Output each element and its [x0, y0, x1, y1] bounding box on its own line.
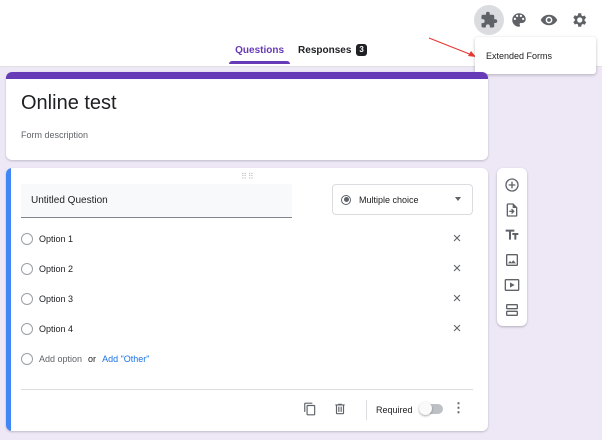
form-description[interactable]: Form description — [21, 130, 88, 140]
question-card: ⠿⠿ Untitled Question Multiple choice Opt… — [6, 168, 488, 431]
add-question-icon[interactable] — [504, 177, 520, 193]
extended-forms-menu-item[interactable]: Extended Forms — [475, 37, 596, 74]
top-icons — [474, 5, 594, 35]
footer-divider — [21, 389, 473, 390]
remove-option-2-icon[interactable]: × — [450, 261, 464, 276]
option-radio-icon — [21, 263, 33, 275]
import-questions-icon[interactable] — [504, 202, 520, 218]
option-row-3: Option 3 — [21, 291, 73, 307]
option-label[interactable]: Option 4 — [39, 324, 73, 334]
gear-icon[interactable] — [564, 5, 594, 35]
option-row-4: Option 4 — [21, 321, 73, 337]
annotation-arrow — [428, 37, 476, 57]
question-title-input[interactable]: Untitled Question — [21, 184, 292, 218]
tab-responses-label: Responses — [298, 44, 352, 56]
puzzle-icon[interactable] — [474, 5, 504, 35]
tab-questions-label: Questions — [235, 44, 285, 56]
floating-toolbar — [497, 168, 527, 326]
required-label: Required — [376, 405, 413, 415]
add-video-icon[interactable] — [504, 277, 520, 293]
more-vert-icon[interactable]: ⋮ — [452, 401, 465, 416]
palette-icon[interactable] — [504, 5, 534, 35]
option-radio-icon — [21, 323, 33, 335]
option-label[interactable]: Option 2 — [39, 264, 73, 274]
remove-option-1-icon[interactable]: × — [450, 231, 464, 246]
option-label[interactable]: Option 1 — [39, 234, 73, 244]
option-radio-icon — [21, 233, 33, 245]
active-question-indicator — [6, 168, 11, 431]
title-accent-bar — [6, 72, 488, 79]
add-option-row: Add option or Add "Other" — [21, 351, 149, 367]
responses-count-badge: 3 — [356, 44, 367, 56]
delete-icon[interactable] — [333, 402, 347, 416]
option-radio-icon — [21, 353, 33, 365]
footer-separator — [366, 400, 367, 420]
duplicate-icon[interactable] — [303, 402, 317, 416]
remove-option-4-icon[interactable]: × — [450, 321, 464, 336]
eye-icon[interactable] — [534, 5, 564, 35]
add-section-icon[interactable] — [504, 302, 520, 318]
option-radio-icon — [21, 293, 33, 305]
add-title-icon[interactable] — [504, 227, 520, 243]
option-row-2: Option 2 — [21, 261, 73, 277]
or-label: or — [88, 354, 97, 364]
form-title-card: Online test Form description — [6, 72, 488, 160]
required-toggle[interactable] — [419, 402, 443, 415]
tab-questions[interactable]: Questions — [229, 44, 290, 64]
option-label[interactable]: Option 3 — [39, 294, 73, 304]
extended-forms-label: Extended Forms — [486, 50, 553, 61]
remove-option-3-icon[interactable]: × — [450, 291, 464, 306]
add-other-link[interactable]: Add "Other" — [102, 354, 149, 364]
add-option-link[interactable]: Add option — [39, 354, 82, 364]
question-type-label: Multiple choice — [359, 194, 419, 205]
chevron-down-icon — [455, 197, 461, 201]
form-title[interactable]: Online test — [21, 92, 117, 115]
drag-handle-icon[interactable]: ⠿⠿ — [241, 172, 255, 181]
add-image-icon[interactable] — [504, 252, 520, 268]
option-row-1: Option 1 — [21, 231, 73, 247]
radio-button-icon — [341, 194, 351, 205]
tab-responses[interactable]: Responses 3 — [298, 44, 367, 62]
question-type-select[interactable]: Multiple choice — [332, 184, 473, 215]
